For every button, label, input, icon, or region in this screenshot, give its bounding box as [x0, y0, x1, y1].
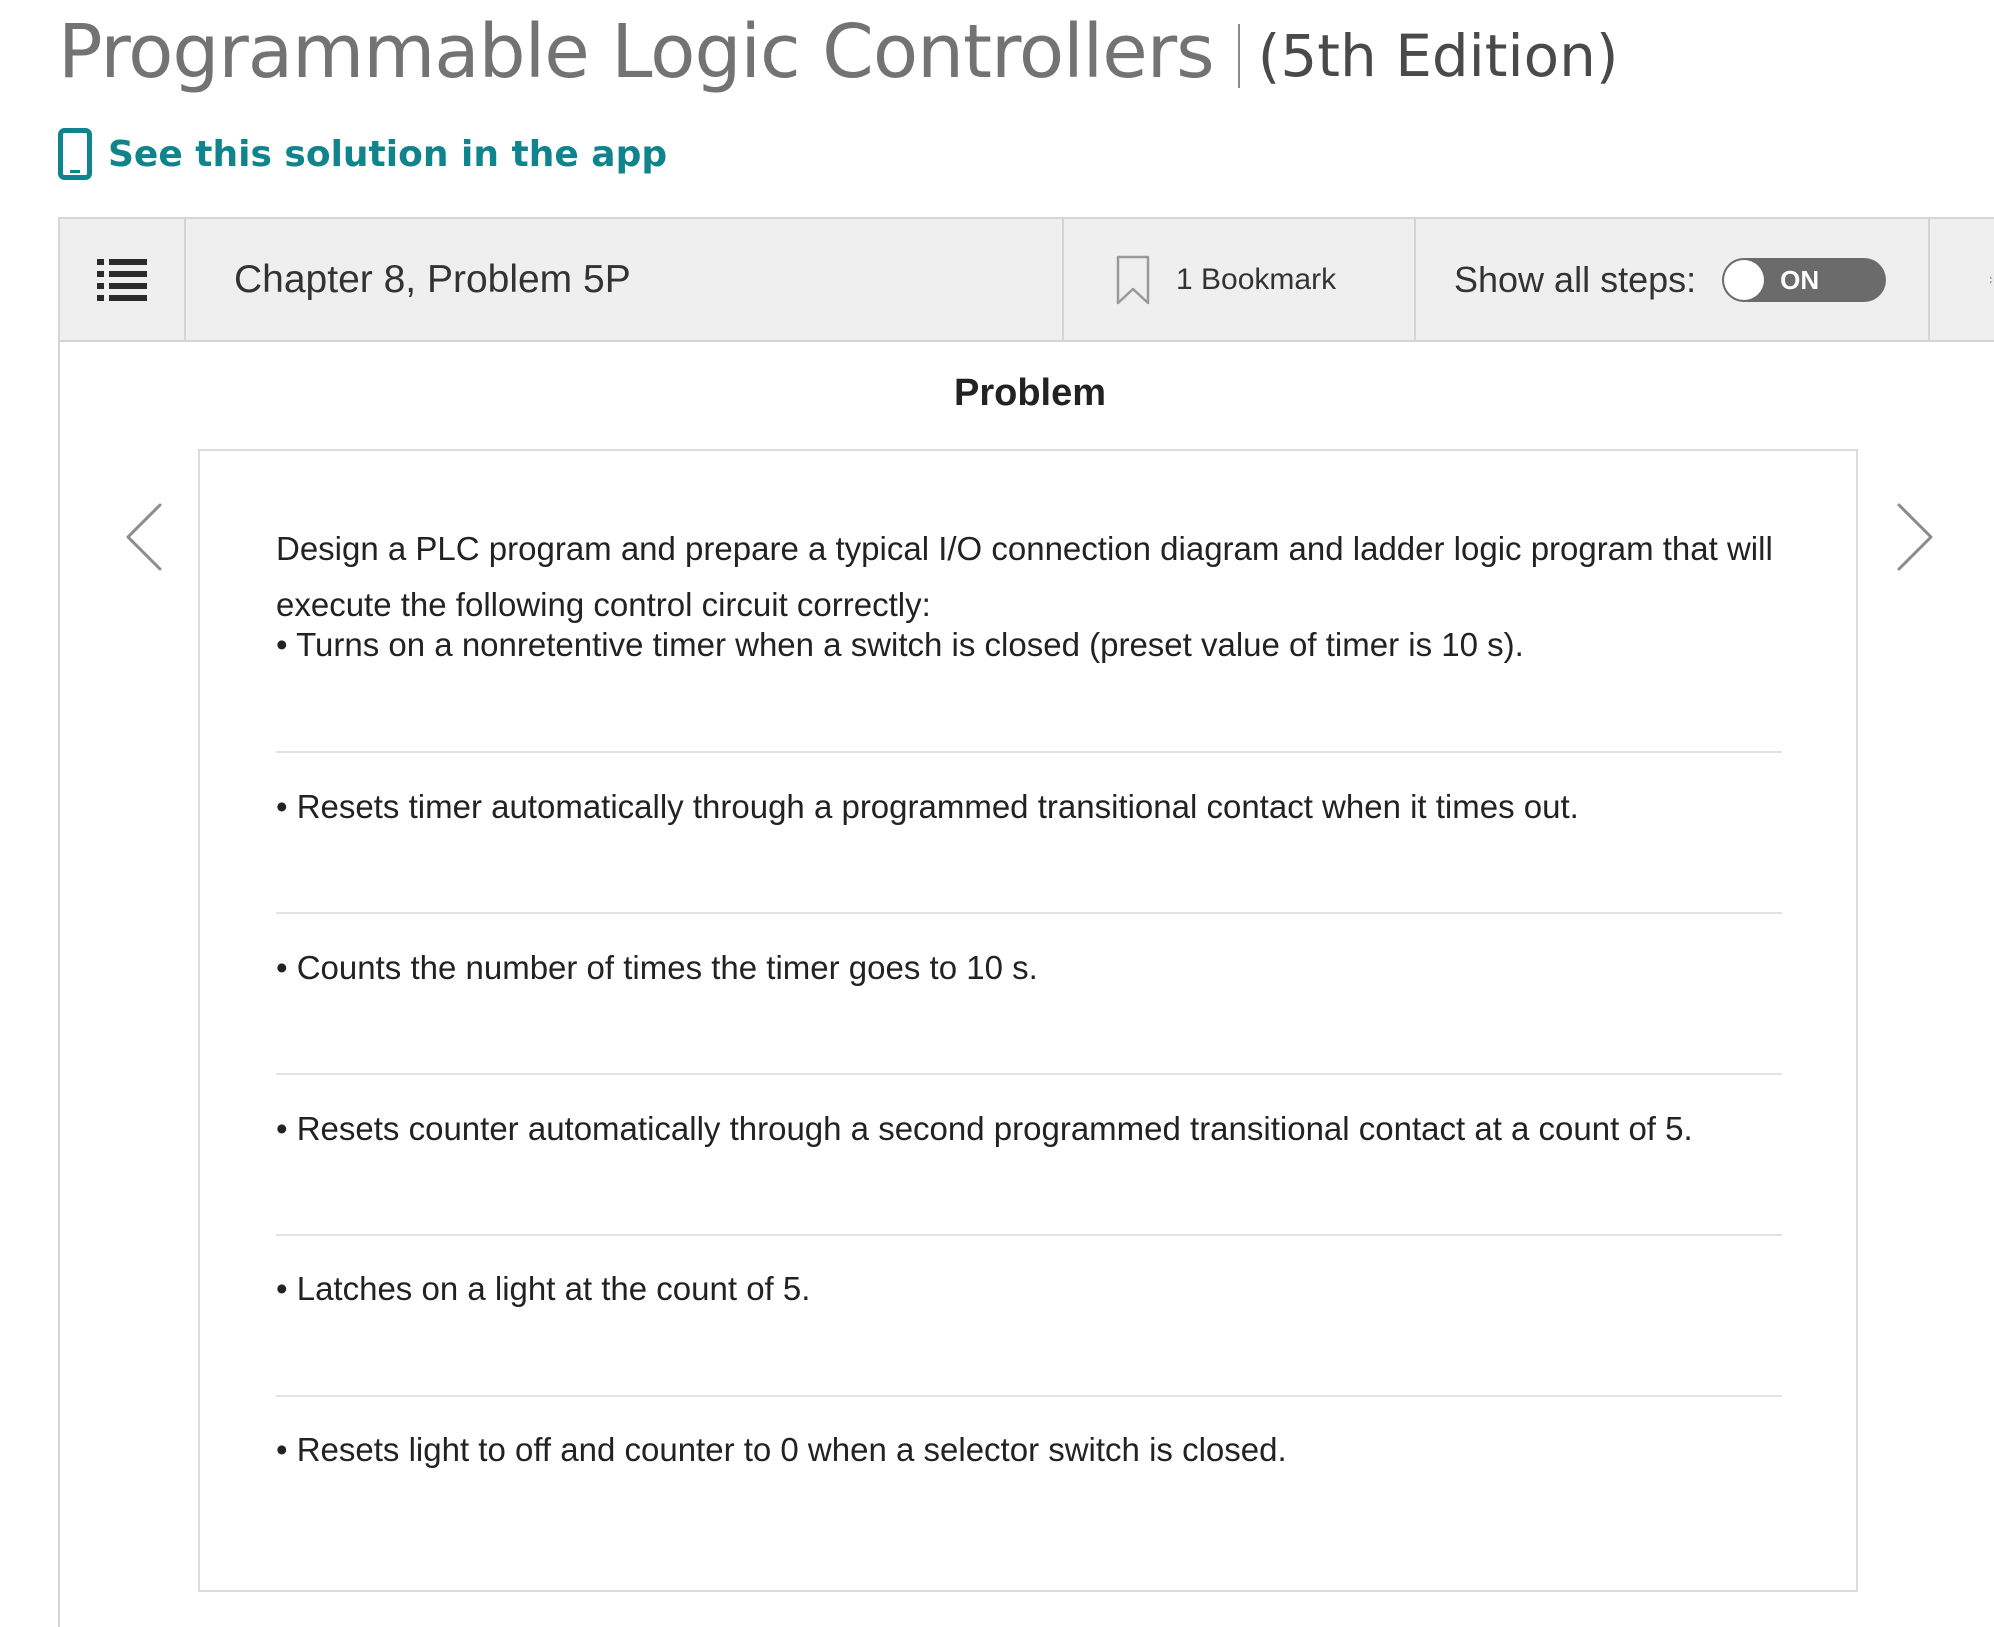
book-edition: (5th Edition)	[1257, 22, 1619, 90]
chevron-right-icon[interactable]	[1893, 501, 1937, 573]
problem-statement-box: Design a PLC program and prepare a typic…	[198, 449, 1858, 1592]
bookmark-icon	[1116, 255, 1150, 304]
bullet-divider	[276, 912, 1782, 914]
problem-bullet: • Counts the number of times the timer g…	[276, 949, 1038, 986]
phone-icon	[58, 128, 92, 180]
chapter-title: Chapter 8, Problem 5P	[234, 257, 631, 301]
show-all-steps-toggle[interactable]: ON	[1722, 257, 1887, 302]
app-link-label: See this solution in the app	[108, 133, 668, 175]
fullscreen-button[interactable]	[1930, 219, 1994, 340]
problem-intro: Design a PLC program and prepare a typic…	[276, 530, 1773, 623]
problem-bullet: • Turns on a nonretentive timer when a s…	[276, 626, 1524, 663]
see-solution-in-app-link[interactable]: See this solution in the app	[58, 128, 667, 180]
solution-panel: Chapter 8, Problem 5P 1 Bookmark Show al…	[58, 217, 1994, 1627]
bookmark-button[interactable]: 1 Bookmark	[1064, 219, 1416, 340]
bullet-divider	[276, 1073, 1782, 1075]
table-of-contents-button[interactable]	[60, 219, 186, 340]
toggle-state-label: ON	[1780, 264, 1820, 295]
expand-icon	[1990, 276, 1994, 283]
problem-bullet: • Latches on a light at the count of 5.	[276, 1270, 811, 1307]
book-title: Programmable Logic Controllers	[58, 9, 1215, 95]
bullet-divider	[276, 1395, 1782, 1397]
solution-toolbar: Chapter 8, Problem 5P 1 Bookmark Show al…	[60, 219, 1994, 342]
bullet-divider	[276, 1234, 1782, 1236]
problem-bullet: • Resets timer automatically through a p…	[276, 788, 1579, 825]
show-all-steps-cell: Show all steps: ON	[1416, 219, 1930, 340]
problem-bullet: • Resets light to off and counter to 0 w…	[276, 1431, 1287, 1468]
bullet-divider	[276, 751, 1782, 753]
list-icon	[97, 258, 147, 301]
title-divider	[1237, 24, 1240, 88]
toggle-knob	[1724, 259, 1765, 300]
chevron-left-icon[interactable]	[122, 501, 166, 573]
problem-heading: Problem	[953, 372, 1107, 414]
problem-bullet: • Resets counter automatically through a…	[276, 1110, 1693, 1147]
bookmark-label: 1 Bookmark	[1176, 262, 1337, 296]
page-header: Programmable Logic Controllers (5th Edit…	[58, 6, 1619, 98]
chapter-title-cell: Chapter 8, Problem 5P	[186, 219, 1064, 340]
show-all-steps-label: Show all steps:	[1454, 258, 1697, 300]
